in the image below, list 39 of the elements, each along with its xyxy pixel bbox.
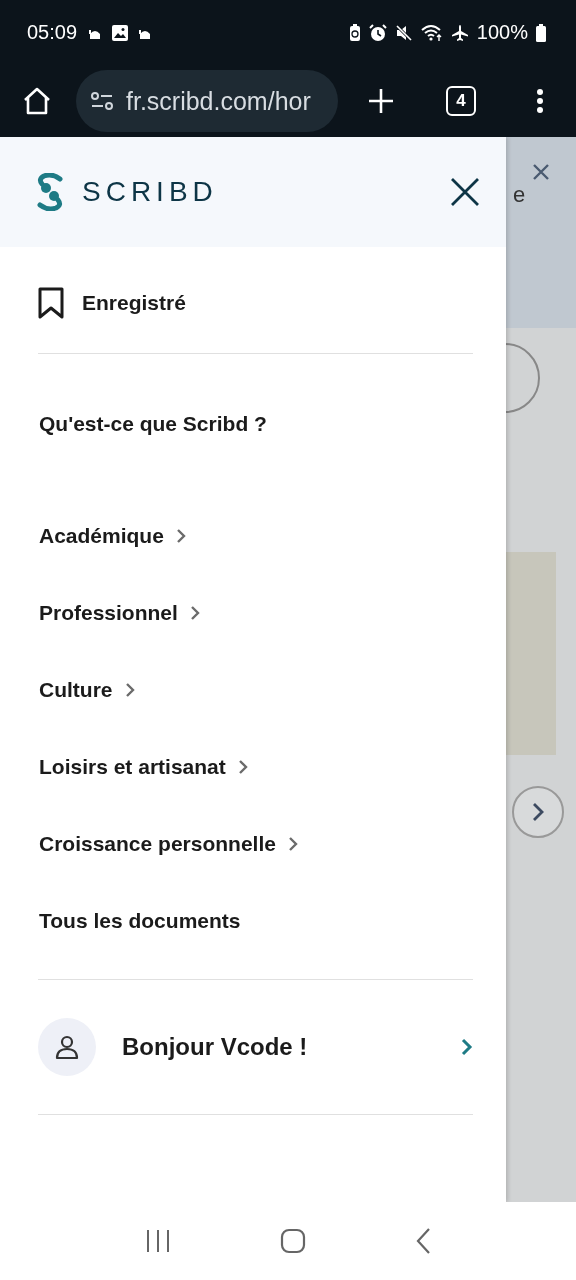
battery-percentage: 100% (476, 21, 528, 44)
recent-apps-icon[interactable] (144, 1229, 171, 1253)
chevron-right-icon (287, 836, 298, 852)
logo-icon (34, 173, 66, 211)
category-link[interactable]: Académique (39, 524, 186, 548)
chevron-right-icon (461, 1038, 473, 1056)
bookmark-icon (38, 287, 64, 319)
battery-icon (536, 23, 546, 42)
site-settings-icon[interactable] (90, 91, 114, 111)
category-link[interactable]: Professionnel (39, 601, 200, 625)
home-icon[interactable] (22, 87, 52, 115)
chevron-right-icon (175, 528, 186, 544)
chevron-right-icon (189, 605, 200, 621)
battery-saver-icon (348, 23, 361, 42)
category-link[interactable]: Loisirs et artisanat (39, 755, 248, 779)
category-link[interactable]: Culture (39, 678, 135, 702)
chevron-right-icon (531, 802, 545, 822)
image-icon (111, 23, 130, 42)
chevron-right-icon (124, 682, 135, 698)
alarm-icon (368, 23, 387, 42)
home-button-icon[interactable] (280, 1228, 306, 1254)
about-link[interactable]: Qu'est-ce que Scribd ? (39, 412, 267, 436)
new-tab-icon[interactable] (368, 88, 394, 114)
status-time: 05:09 (27, 21, 78, 44)
wifi-icon (420, 23, 443, 42)
address-bar[interactable]: fr.scribd.com/hor (76, 70, 338, 132)
more-icon[interactable] (536, 88, 544, 114)
mute-icon (394, 23, 413, 42)
banner-text: e (513, 182, 526, 208)
account-link[interactable]: Bonjour Vcode ! (38, 1018, 473, 1076)
category-link[interactable]: Croissance personnelle (39, 832, 298, 856)
category-link[interactable]: Tous les documents (39, 909, 241, 933)
saved-link[interactable]: Enregistré (38, 287, 186, 319)
back-icon[interactable] (415, 1228, 432, 1254)
tab-count-button[interactable]: 4 (446, 86, 476, 116)
airplane-icon (450, 23, 469, 42)
chevron-right-icon (237, 759, 248, 775)
brand-name: SCRIBD (82, 176, 218, 208)
close-icon[interactable] (450, 177, 480, 207)
